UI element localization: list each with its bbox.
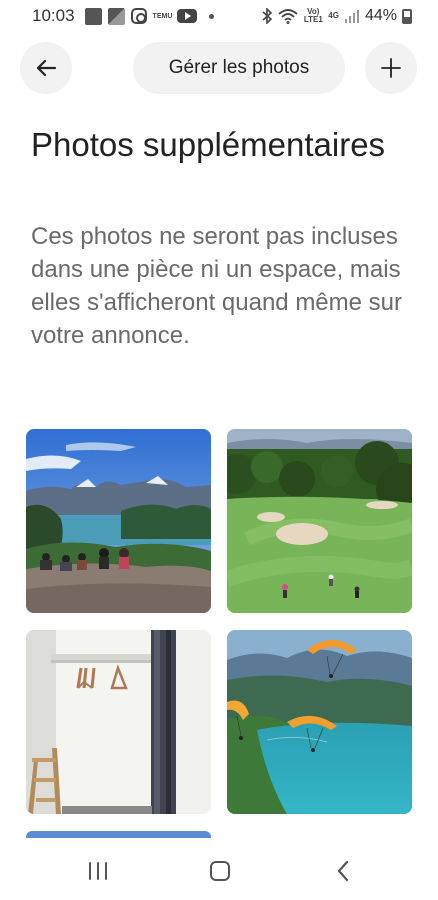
plus-icon <box>381 58 401 78</box>
system-icons: Vo) LTE1 4G 44% <box>261 7 412 25</box>
battery-percent: 44% <box>364 7 397 24</box>
app-notification-icon <box>84 7 102 25</box>
manage-photos-button[interactable]: Gérer les photos <box>133 42 345 94</box>
more-notifications-dot <box>208 13 214 19</box>
page-title: Photos supplémentaires <box>31 126 386 163</box>
app-notification-icon <box>107 7 125 25</box>
battery-icon <box>402 8 412 24</box>
network-type: 4G <box>328 11 339 20</box>
system-nav-bar <box>0 838 438 900</box>
instagram-icon <box>130 8 147 24</box>
page-description: Ces photos ne seront pas incluses dans u… <box>31 223 403 349</box>
photo-paragliders-over-lake[interactable] <box>227 630 412 814</box>
system-back-button[interactable] <box>323 856 363 886</box>
status-time: 10:03 <box>32 6 75 25</box>
photo-golf-course[interactable] <box>227 429 412 613</box>
photo-coat-rack-entry[interactable] <box>26 630 211 814</box>
notification-icons: TEMU <box>84 7 214 25</box>
recents-button[interactable] <box>78 856 118 886</box>
volte-label: Vo) LTE1 <box>303 7 323 24</box>
wifi-icon <box>278 9 298 24</box>
back-chevron-icon <box>337 860 349 882</box>
manage-photos-label: Gérer les photos <box>168 57 310 78</box>
home-button[interactable] <box>200 856 240 886</box>
home-icon <box>210 861 230 881</box>
signal-icon <box>344 10 359 23</box>
top-bar: Gérer les photos <box>0 40 438 96</box>
recents-icon <box>89 862 107 880</box>
photo-lake-viewpoint[interactable] <box>26 429 211 613</box>
youtube-icon <box>176 9 197 23</box>
bluetooth-icon <box>262 8 273 24</box>
temu-icon: TEMU <box>152 12 173 20</box>
status-bar: 10:03 TEMU Vo) LTE1 4G 44% <box>0 0 438 32</box>
back-button[interactable] <box>20 42 72 94</box>
arrow-left-icon <box>36 59 57 77</box>
add-photo-button[interactable] <box>365 42 417 94</box>
